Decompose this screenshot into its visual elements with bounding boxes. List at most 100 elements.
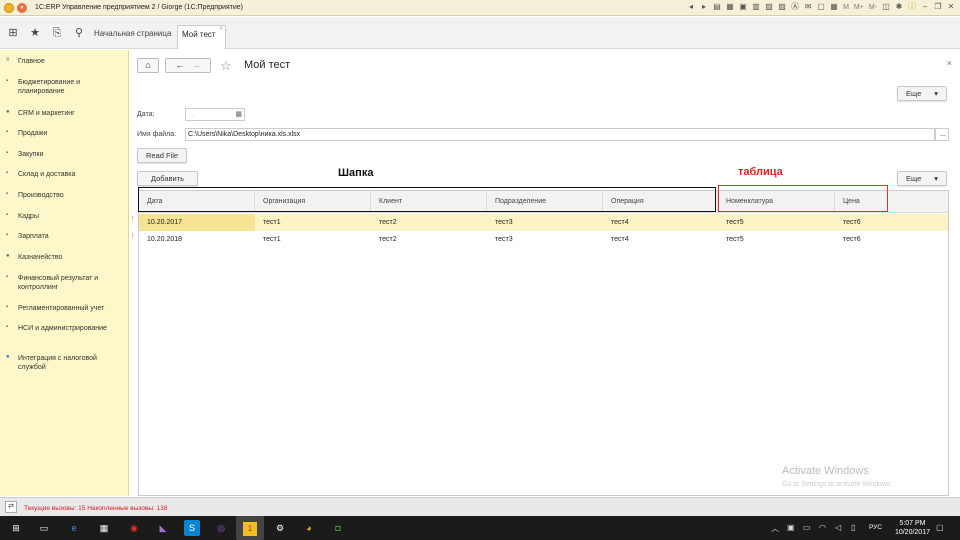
1c-icon[interactable]: 1 — [236, 516, 264, 540]
memory-plus-button[interactable]: M+ — [854, 4, 864, 11]
sidebar-item-salary[interactable]: ▪ Зарплата — [6, 232, 124, 241]
back-arrow-icon[interactable]: ← — [175, 60, 184, 70]
tab-home[interactable]: Начальная страница — [90, 25, 175, 49]
search-icon[interactable]: ⚲ — [71, 25, 87, 41]
evernote-icon[interactable]: ◘ — [330, 520, 346, 536]
battery-icon[interactable]: ▯ — [851, 523, 855, 532]
table-cell[interactable]: тест4 — [603, 214, 718, 231]
apps-grid-icon[interactable]: ⊞ — [5, 25, 21, 41]
home-button[interactable]: ⌂ — [137, 58, 159, 73]
sidebar-item-hr[interactable]: ▪ Кадры — [6, 212, 124, 221]
calendar-picker-icon[interactable]: ▦ — [235, 109, 242, 120]
sidebar-item-finance[interactable]: ▪ Финансовый результат и контроллинг — [6, 274, 124, 292]
info-icon[interactable]: ⓘ — [907, 2, 917, 12]
add-button[interactable]: Добавить — [137, 171, 198, 186]
tab-my-test[interactable]: Мой тест × — [177, 25, 226, 49]
wifi-icon[interactable]: ◠ — [819, 523, 826, 532]
row-marker-icon: ⦚ — [132, 233, 134, 240]
pin-icon[interactable]: ✱ — [894, 2, 904, 12]
sidebar-item-production[interactable]: ▪ Производство — [6, 191, 124, 200]
table-cell[interactable]: тест5 — [718, 214, 835, 231]
close-icon[interactable]: ✕ — [946, 2, 956, 12]
back-icon[interactable]: ◂ — [686, 2, 696, 12]
table-cell[interactable]: тест3 — [487, 214, 603, 231]
calc-icon[interactable]: ▥ — [751, 2, 761, 12]
panel-icon[interactable]: ◫ — [881, 2, 891, 12]
memory-m-button[interactable]: M — [843, 4, 849, 11]
settings-icon[interactable]: ⚙ — [272, 520, 288, 536]
sidebar-item-sales[interactable]: ▪ Продажи — [6, 129, 124, 138]
table-cell[interactable]: 10.20.2017 — [139, 214, 255, 231]
favorite-star-icon[interactable]: ☆ — [220, 58, 232, 74]
table-cell[interactable]: 10.20.2018 — [139, 231, 255, 248]
star-icon[interactable]: ★ — [27, 25, 43, 41]
sidebar-item-budgeting[interactable]: ▪ Бюджетирование и планирование — [6, 78, 124, 96]
titlebar-tools: ◂ ▸ ▤ ▦ ▣ ▥ ▧ ▨ Ⓐ ✉ ▢ ▦ M M+ M- ◫ ✱ ⓘ – … — [686, 2, 956, 12]
calendar2-icon[interactable]: ▦ — [829, 2, 839, 12]
annotation-header-box — [138, 187, 716, 212]
input-language[interactable]: РУС — [869, 524, 882, 531]
tray-display-icon[interactable]: ▭ — [803, 523, 811, 532]
mail-icon[interactable]: ✉ — [803, 2, 813, 12]
doc-icon[interactable]: ▢ — [816, 2, 826, 12]
image-icon[interactable]: ▣ — [738, 2, 748, 12]
edge-icon[interactable]: e — [66, 520, 82, 536]
task-view-icon[interactable]: ▭ — [36, 520, 52, 536]
page-icon[interactable]: ▤ — [712, 2, 722, 12]
volume-icon[interactable]: ◁ — [835, 523, 841, 532]
restore-icon[interactable]: ❐ — [933, 2, 943, 12]
sidebar-item-treasury[interactable]: ● Казначейство — [6, 253, 124, 262]
grid-icon[interactable]: ▧ — [764, 2, 774, 12]
table-cell[interactable]: тест5 — [718, 231, 835, 248]
sidebar-item-admin[interactable]: ▪ НСИ и администрирование — [6, 324, 124, 333]
table-cell[interactable]: тест6 — [835, 214, 948, 231]
annotation-table-label: таблица — [738, 166, 783, 178]
table-cell[interactable]: тест6 — [835, 231, 948, 248]
system-clock[interactable]: 5:07 PM 10/20/2017 — [895, 519, 930, 537]
sidebar-item-warehouse[interactable]: ▪ Склад и доставка — [6, 170, 124, 179]
sidebar-item-crm[interactable]: ● CRM и маркетинг — [6, 109, 124, 118]
table-cell[interactable]: тест1 — [255, 214, 371, 231]
calendar-icon[interactable]: ▦ — [725, 2, 735, 12]
font-icon[interactable]: Ⓐ — [790, 2, 800, 12]
text-icon[interactable]: ▨ — [777, 2, 787, 12]
skype-icon[interactable]: S — [184, 520, 200, 536]
sidebar-item-regulated[interactable]: ▪ Регламентированный учет — [6, 304, 124, 313]
tray-app-icon[interactable]: ▣ — [787, 523, 795, 532]
notifications-icon[interactable]: ▢ — [936, 523, 944, 532]
tax-icon: ● — [6, 354, 10, 360]
table-cell[interactable]: тест4 — [603, 231, 718, 248]
tray-expand-icon[interactable]: ︿ — [771, 523, 779, 534]
sections-sidebar: ≡ Главное ▪ Бюджетирование и планирование … — [0, 50, 129, 496]
table-cell[interactable]: тест1 — [255, 231, 371, 248]
table-cell[interactable]: тест3 — [487, 231, 603, 248]
table-row[interactable]: ⦚ 10.20.2018 тест1 тест2 тест3 тест4 тес… — [132, 231, 948, 248]
table-more-button[interactable]: Еще ▾ — [897, 171, 947, 186]
chrome-icon[interactable]: ◕ — [301, 520, 317, 536]
read-file-button[interactable]: Read File — [137, 148, 188, 163]
file-name-field[interactable]: C:\Users\Nika\Desktop\ника.xls.xlsx — [185, 128, 935, 141]
sidebar-item-purchases[interactable]: ▪ Закупки — [6, 150, 124, 159]
table-row[interactable]: ⦚ 10.20.2017 тест1 тест2 тест3 тест4 тес… — [132, 214, 948, 231]
forward-icon[interactable]: ▸ — [699, 2, 709, 12]
forward-arrow-icon[interactable]: → — [192, 60, 201, 70]
more-button[interactable]: Еще ▾ — [897, 86, 947, 101]
tab-close-icon[interactable]: × — [219, 20, 223, 38]
visual-studio-icon[interactable]: ◣ — [155, 520, 171, 536]
form-close-icon[interactable]: × — [947, 58, 952, 68]
main-menu-icon[interactable]: ▾ — [17, 2, 27, 13]
app-red-icon[interactable]: ◉ — [126, 520, 142, 536]
sidebar-item-tax[interactable]: ● Интеграция с налоговой службой — [6, 354, 124, 372]
table-cell[interactable]: тест2 — [371, 214, 487, 231]
date-field[interactable]: . . ▦ — [185, 108, 245, 121]
windows-start-icon[interactable]: ⊞ — [8, 520, 24, 536]
status-icon[interactable]: ⇄ — [5, 501, 17, 513]
file-browse-button[interactable]: ... — [935, 128, 949, 141]
memory-minus-button[interactable]: M- — [869, 4, 877, 11]
sidebar-item-main[interactable]: ≡ Главное — [6, 57, 124, 66]
minimize-icon[interactable]: – — [920, 2, 930, 12]
viber-icon[interactable]: ◎ — [213, 520, 229, 536]
table-cell[interactable]: тест2 — [371, 231, 487, 248]
store-icon[interactable]: ▦ — [96, 520, 112, 536]
history-icon[interactable]: ⎘ — [49, 25, 65, 41]
